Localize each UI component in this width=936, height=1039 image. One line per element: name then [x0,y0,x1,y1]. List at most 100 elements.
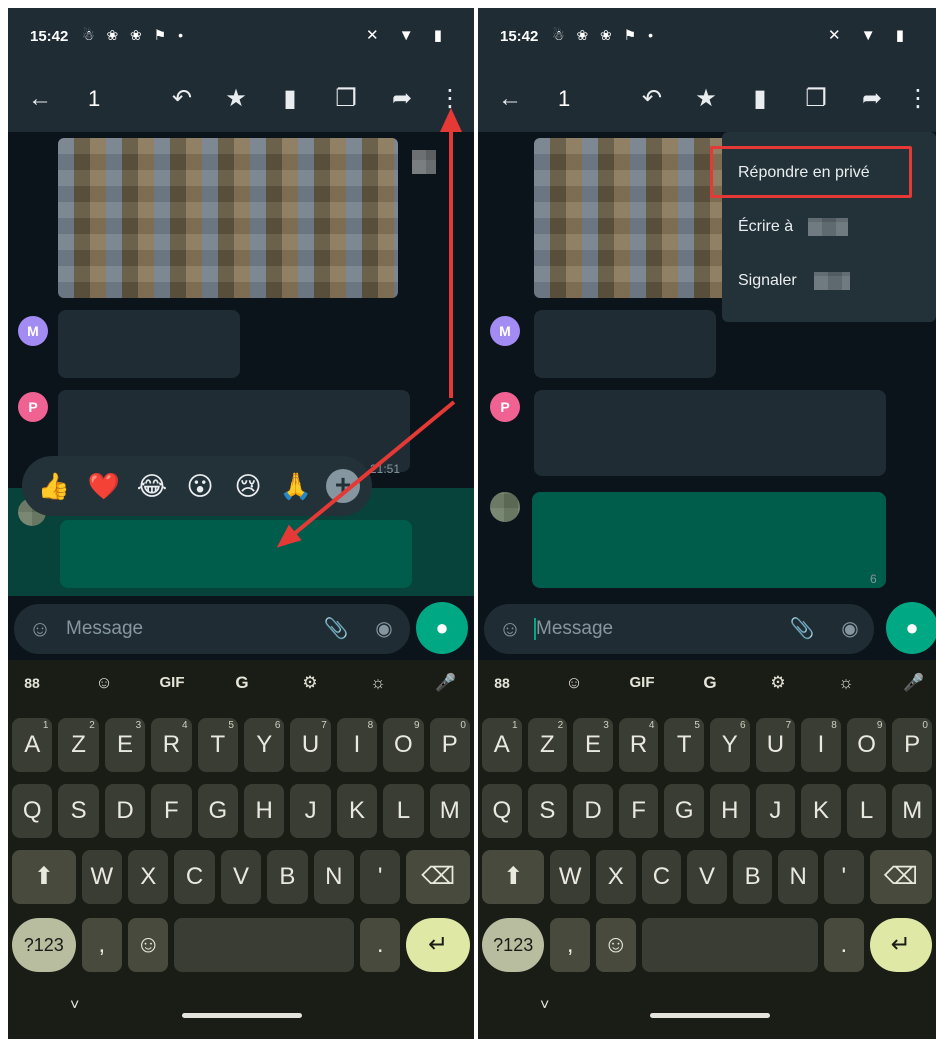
back-arrow-icon[interactable]: ← [20,66,60,132]
key-h[interactable]: H [710,784,750,838]
settings-gear-icon[interactable]: ⚙ [294,668,326,698]
reaction-thumbs-up[interactable]: 👍 [36,468,72,504]
key-e[interactable]: E3 [104,718,146,772]
menu-item-message-sender[interactable]: Écrire à [738,207,793,247]
camera-icon[interactable]: ◉ [830,604,870,654]
sticker-icon[interactable]: ☺ [558,668,590,698]
voice-record-button[interactable]: ● [416,602,468,654]
key-k[interactable]: K [336,784,378,838]
message-bubble[interactable] [58,310,240,378]
forward-icon[interactable]: ➦ [382,66,422,132]
key-z[interactable]: Z2 [527,718,568,772]
apps-grid-icon[interactable]: 88 [16,668,48,698]
key-v[interactable]: V [687,850,727,904]
shift-key[interactable]: ⬆ [12,850,76,904]
key-f[interactable]: F [151,784,192,838]
key-s[interactable]: S [527,784,568,838]
key-k[interactable]: K [801,784,841,838]
voice-record-button[interactable]: ● [886,602,936,654]
numbers-key[interactable]: ?123 [482,918,545,972]
period-key[interactable]: . [824,918,864,972]
attach-icon[interactable]: 📎 [782,604,822,654]
key-y[interactable]: Y6 [710,718,750,772]
home-gesture-bar[interactable] [182,1013,302,1018]
reaction-laugh[interactable]: 😂 [134,468,170,504]
key-apostrophe[interactable]: ' [824,850,864,904]
gif-icon[interactable]: GIF [626,668,658,698]
emoji-key[interactable]: ☺ [596,918,636,972]
key-c[interactable]: C [641,850,682,904]
key-l[interactable]: L [846,784,887,838]
numbers-key[interactable]: ?123 [12,918,76,972]
avatar[interactable]: M [18,316,48,346]
comma-key[interactable]: , [81,918,122,972]
menu-item-report[interactable]: Signaler [738,261,797,301]
shift-key[interactable]: ⬆ [482,850,545,904]
attach-icon[interactable]: 📎 [316,604,356,654]
period-key[interactable]: . [360,918,401,972]
key-e[interactable]: E3 [573,718,613,772]
star-icon[interactable]: ★ [216,66,256,132]
copy-icon[interactable]: ❐ [326,66,366,132]
key-w[interactable]: W [81,850,122,904]
copy-icon[interactable]: ❐ [796,66,836,132]
selected-message-bubble[interactable] [60,520,412,588]
key-c[interactable]: C [174,850,215,904]
key-m[interactable]: M [892,784,932,838]
key-n[interactable]: N [313,850,354,904]
key-y[interactable]: Y6 [244,718,285,772]
key-b[interactable]: B [267,850,308,904]
key-d[interactable]: D [104,784,146,838]
message-bubble[interactable] [534,390,886,476]
delete-icon[interactable]: ▮ [740,66,780,132]
key-q[interactable]: Q [482,784,522,838]
key-u[interactable]: U7 [755,718,796,772]
key-r[interactable]: R4 [151,718,192,772]
key-g[interactable]: G [664,784,704,838]
hide-keyboard-icon[interactable]: ˅ [540,997,549,1015]
enter-key[interactable]: ↵ [869,918,932,972]
settings-gear-icon[interactable]: ⚙ [762,668,794,698]
gif-icon[interactable]: GIF [156,668,188,698]
space-key[interactable] [174,918,354,972]
image-message[interactable] [58,138,398,298]
key-p[interactable]: P0 [892,718,932,772]
hide-keyboard-icon[interactable]: ˅ [70,997,79,1015]
message-input[interactable]: ☺ Message 📎 ◉ [484,604,874,654]
avatar[interactable]: M [490,316,520,346]
key-q[interactable]: Q [12,784,53,838]
reaction-surprised[interactable]: 😮 [182,468,218,504]
avatar[interactable]: P [490,392,520,422]
key-d[interactable]: D [573,784,613,838]
key-b[interactable]: B [732,850,773,904]
key-j[interactable]: J [290,784,331,838]
key-p[interactable]: P0 [429,718,470,772]
apps-grid-icon[interactable]: 88 [486,668,518,698]
enter-key[interactable]: ↵ [406,918,470,972]
more-options-icon[interactable]: ⋮ [898,66,936,132]
key-x[interactable]: X [596,850,636,904]
sticker-icon[interactable]: ☺ [88,668,120,698]
avatar[interactable]: P [18,392,48,422]
key-g[interactable]: G [197,784,238,838]
key-a[interactable]: A1 [12,718,53,772]
voice-input-icon[interactable]: 🎤 [430,668,462,698]
key-x[interactable]: X [128,850,169,904]
theme-palette-icon[interactable]: ☼ [362,668,394,698]
key-o[interactable]: O9 [846,718,887,772]
message-input[interactable]: ☺ Message 📎 ◉ [14,604,410,654]
key-r[interactable]: R4 [618,718,659,772]
reply-icon[interactable]: ↶ [632,66,672,132]
key-n[interactable]: N [778,850,818,904]
space-key[interactable] [641,918,818,972]
key-m[interactable]: M [429,784,470,838]
translate-icon[interactable]: G [694,668,726,698]
key-f[interactable]: F [618,784,659,838]
reaction-heart[interactable]: ❤️ [86,468,122,504]
key-h[interactable]: H [244,784,285,838]
reply-icon[interactable]: ↶ [162,66,202,132]
emoji-icon[interactable]: ☺ [20,604,60,654]
comma-key[interactable]: , [550,918,590,972]
forward-icon[interactable]: ➦ [852,66,892,132]
emoji-key[interactable]: ☺ [128,918,169,972]
